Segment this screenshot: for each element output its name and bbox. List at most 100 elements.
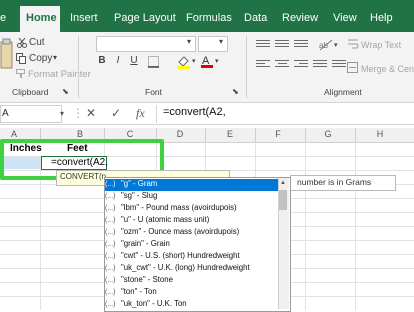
decrease-indent-icon[interactable] <box>313 60 327 70</box>
tab-home[interactable]: Home <box>20 6 60 32</box>
dropdown-item-label: "stone" - Stone <box>121 275 173 284</box>
font-size-dropdown-icon[interactable]: ▾ <box>219 37 223 46</box>
enter-icon[interactable]: ✓ <box>111 106 121 120</box>
fill-color-icon[interactable] <box>176 55 192 69</box>
menu-bar: e Home Insert Page Layout Formulas Data … <box>0 6 414 32</box>
font-size-box[interactable] <box>198 36 228 52</box>
dropdown-item[interactable]: (...) "cwt" - U.S. (short) Hundredweight <box>105 251 279 263</box>
clipboard-launcher-icon[interactable]: ⬊ <box>62 87 69 96</box>
font-name-dropdown-icon[interactable]: ▾ <box>187 37 191 46</box>
dropdown-item-label: "ozm" - Ounce mass (avoirdupois) <box>121 227 240 236</box>
column-header-b[interactable]: B <box>70 129 90 139</box>
copy-icon[interactable] <box>16 53 27 64</box>
dropdown-item[interactable]: (...) "g" - Gram <box>105 179 279 191</box>
cancel-icon[interactable]: ✕ <box>86 106 96 120</box>
dropdown-item[interactable]: (...) "sg" - Slug <box>105 191 279 203</box>
cut-button[interactable]: Cut <box>29 37 45 48</box>
tab-data[interactable]: Data <box>244 12 267 24</box>
dropdown-item[interactable]: (...) "lbm" - Pound mass (avoirdupois) <box>105 203 279 215</box>
bold-button[interactable]: B <box>96 54 108 68</box>
ribbon-divider <box>246 36 247 98</box>
copy-dropdown-icon[interactable]: ▾ <box>53 53 57 62</box>
dropdown-item-label: "u" - U (atomic mass unit) <box>121 215 210 224</box>
name-box-dropdown-icon[interactable]: ▾ <box>60 109 64 118</box>
tab-page-layout[interactable]: Page Layout <box>114 12 176 24</box>
wrap-text-button[interactable]: Wrap Text <box>361 40 401 50</box>
format-painter-button[interactable]: Format Painter <box>28 69 91 80</box>
dropdown-item[interactable]: (...) "uk_ton" - U.K. Ton <box>105 299 279 311</box>
column-header-g[interactable]: G <box>318 129 338 139</box>
column-separator <box>355 128 356 142</box>
tab-help[interactable]: Help <box>370 12 393 24</box>
increase-indent-icon[interactable] <box>332 60 346 70</box>
column-header-e[interactable]: E <box>220 129 240 139</box>
dropdown-item-label: "sg" - Slug <box>121 191 158 200</box>
merge-center-icon[interactable] <box>347 62 359 74</box>
tab-review[interactable]: Review <box>282 12 318 24</box>
borders-icon[interactable] <box>148 56 160 68</box>
dropdown-item[interactable]: (...) "u" - U (atomic mass unit) <box>105 215 279 227</box>
svg-text:ab: ab <box>319 41 328 50</box>
italic-button[interactable]: I <box>112 54 124 68</box>
unit-icon: (...) <box>105 181 116 188</box>
scissors-icon[interactable] <box>17 38 27 48</box>
tab-formulas[interactable]: Formulas <box>186 12 232 24</box>
dropdown-item-label: "ton" - Ton <box>121 287 157 296</box>
font-color-icon[interactable]: A <box>200 54 214 69</box>
font-launcher-icon[interactable]: ⬊ <box>232 87 239 96</box>
column-header-a[interactable]: A <box>4 129 24 139</box>
unit-icon: (...) <box>105 217 116 224</box>
column-header-h[interactable]: H <box>370 129 390 139</box>
underline-button[interactable]: U <box>128 54 140 68</box>
dropdown-item-label: "cwt" - U.S. (short) Hundredweight <box>121 251 240 260</box>
column-header-d[interactable]: D <box>170 129 190 139</box>
column-separator <box>305 128 306 142</box>
dropdown-item-label: "g" - Gram <box>121 179 158 188</box>
fill-color-dropdown-icon[interactable]: ▾ <box>192 57 196 65</box>
dropdown-item[interactable]: (...) "uk_cwt" - U.K. (long) Hundredweigh… <box>105 263 279 275</box>
font-color-dropdown-icon[interactable]: ▾ <box>215 57 219 65</box>
alignment-group-label: Alignment <box>324 87 362 97</box>
scrollbar-thumb[interactable] <box>279 190 287 210</box>
unit-hint-tooltip: number is in Grams <box>290 175 396 191</box>
unit-icon: (...) <box>105 205 116 212</box>
unit-icon: (...) <box>105 301 116 308</box>
column-separator <box>205 128 206 142</box>
tab-file[interactable]: e <box>0 12 6 24</box>
ribbon-divider <box>78 36 79 98</box>
top-align-icon[interactable] <box>256 40 270 50</box>
name-box[interactable]: A <box>0 105 62 123</box>
merge-center-button[interactable]: Merge & Cen <box>361 64 414 74</box>
align-right-icon[interactable] <box>294 60 308 70</box>
dropdown-item[interactable]: (...) "ozm" - Ounce mass (avoirdupois) <box>105 227 279 239</box>
paste-icon[interactable] <box>0 38 14 72</box>
scroll-up-arrow-icon[interactable]: ▲ <box>279 179 287 187</box>
column-separator <box>255 128 256 142</box>
column-header-c[interactable]: C <box>120 129 140 139</box>
dropdown-item-label: "grain" - Grain <box>121 239 170 248</box>
tab-insert[interactable]: Insert <box>70 12 98 24</box>
unit-hint-text: number is in Grams <box>297 177 372 187</box>
formula-input[interactable]: =convert(A2, <box>163 106 226 118</box>
unit-icon: (...) <box>105 193 116 200</box>
format-painter-icon[interactable] <box>16 69 26 79</box>
column-header-f[interactable]: F <box>268 129 288 139</box>
tab-home-label: Home <box>26 12 57 24</box>
middle-align-icon[interactable] <box>275 40 289 50</box>
unit-icon: (...) <box>105 277 116 284</box>
autocomplete-dropdown: (...) "g" - Gram (...) "sg" - Slug (...) "l… <box>104 177 291 312</box>
copy-button[interactable]: Copy <box>29 53 52 64</box>
dropdown-item[interactable]: (...) "grain" - Grain <box>105 239 279 251</box>
align-center-icon[interactable] <box>275 60 289 70</box>
orientation-dropdown-icon[interactable]: ▾ <box>334 41 338 49</box>
dropdown-item[interactable]: (...) "stone" - Stone <box>105 275 279 287</box>
align-left-icon[interactable] <box>256 60 270 70</box>
font-name-box[interactable] <box>96 36 196 52</box>
orientation-icon[interactable]: ab <box>318 38 334 52</box>
wrap-text-icon[interactable] <box>347 38 359 50</box>
unit-icon: (...) <box>105 265 116 272</box>
tab-view[interactable]: View <box>333 12 357 24</box>
insert-function-icon[interactable]: fx <box>136 106 145 121</box>
bottom-align-icon[interactable] <box>294 40 308 50</box>
dropdown-item[interactable]: (...) "ton" - Ton <box>105 287 279 299</box>
